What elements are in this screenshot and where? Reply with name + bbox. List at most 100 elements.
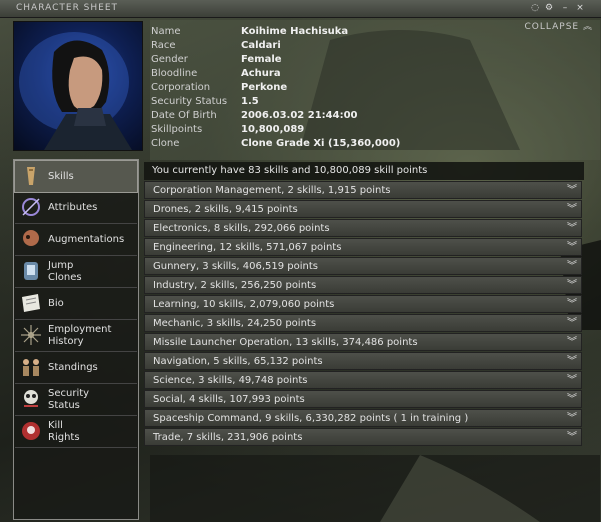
skill-group-row[interactable]: Missile Launcher Operation, 13 skills, 3… [144, 333, 582, 351]
skill-group-label: Missile Launcher Operation, 13 skills, 3… [153, 337, 418, 348]
skill-group-row[interactable]: Gunnery, 3 skills, 406,519 points ︾ [144, 257, 582, 275]
augmentations-icon [23, 230, 39, 246]
standings-icon [23, 359, 39, 376]
skill-group-row[interactable]: Navigation, 5 skills, 65,132 points ︾ [144, 352, 582, 370]
info-value: 1.5 [241, 96, 259, 107]
skill-group-row[interactable]: Industry, 2 skills, 256,250 points ︾ [144, 276, 582, 294]
info-row: Skillpoints 10,800,089 [151, 123, 400, 137]
info-label: Gender [151, 54, 188, 65]
chevron-down-icon[interactable]: ︾ [566, 391, 578, 407]
skill-group-row[interactable]: Science, 3 skills, 49,748 points ︾ [144, 371, 582, 389]
character-sheet-sidebar: Skills Attributes Augmentations Jump Clo… [13, 159, 139, 520]
chevron-down-icon[interactable]: ︾ [566, 201, 578, 217]
info-row: Date Of Birth 2006.03.02 21:44:00 [151, 109, 400, 123]
skill-group-row[interactable]: Engineering, 12 skills, 571,067 points ︾ [144, 238, 582, 256]
minimize-icon[interactable]: – [559, 2, 571, 14]
sidebar-item-label: Bio [48, 298, 64, 309]
chevron-down-icon[interactable]: ︾ [566, 353, 578, 369]
chevron-down-icon[interactable]: ︾ [566, 315, 578, 331]
sidebar-item-label: Augmentations [48, 234, 125, 245]
info-label: Clone [151, 138, 180, 149]
character-info: Name Koihime Hachisuka Race Caldari Gender… [151, 25, 400, 151]
skill-group-row[interactable]: Mechanic, 3 skills, 24,250 points ︾ [144, 314, 582, 332]
chevron-down-icon[interactable]: ︾ [566, 429, 578, 445]
sidebar-item-standings[interactable]: Standings [15, 352, 137, 384]
sidebar-item-kill-rights[interactable]: Kill Rights [15, 416, 137, 448]
sidebar-item-augmentations[interactable]: Augmentations [15, 224, 137, 256]
skill-group-label: Social, 4 skills, 107,993 points [153, 394, 305, 405]
skill-group-row[interactable]: Drones, 2 skills, 9,415 points ︾ [144, 200, 582, 218]
skills-summary: You currently have 83 skills and 10,800,… [144, 162, 584, 180]
info-label: Name [151, 26, 181, 37]
sidebar-item-label: Standings [48, 362, 98, 373]
skills-icon [27, 167, 35, 185]
skill-group-label: Trade, 7 skills, 231,906 points [153, 432, 303, 443]
chevron-down-icon[interactable]: ︾ [566, 372, 578, 388]
skill-group-row[interactable]: Electronics, 8 skills, 292,066 points ︾ [144, 219, 582, 237]
kill-rights-icon [22, 422, 40, 440]
chevron-down-icon[interactable]: ︾ [566, 277, 578, 293]
skill-group-label: Learning, 10 skills, 2,079,060 points [153, 299, 335, 310]
info-label: Security Status [151, 96, 228, 107]
close-icon[interactable]: × [574, 2, 586, 14]
sidebar-item-bio[interactable]: Bio [15, 288, 137, 320]
chevron-up-icon: ︽ [582, 22, 593, 32]
sidebar-item-label: Jump Clones [48, 260, 82, 283]
sidebar-item-attributes[interactable]: Attributes [15, 192, 137, 224]
info-value: Achura [241, 68, 281, 79]
sidebar-item-label: Kill Rights [48, 420, 80, 443]
collapse-button[interactable]: COLLAPSE ︽ [525, 19, 593, 32]
skill-group-row[interactable]: Trade, 7 skills, 231,906 points ︾ [144, 428, 582, 446]
skill-group-row[interactable]: Learning, 10 skills, 2,079,060 points ︾ [144, 295, 582, 313]
bio-icon [22, 294, 40, 312]
skill-group-label: Spaceship Command, 9 skills, 6,330,282 p… [153, 413, 469, 424]
skill-group-row[interactable]: Social, 4 skills, 107,993 points ︾ [144, 390, 582, 408]
sidebar-item-label: Security Status [48, 388, 90, 411]
chevron-down-icon[interactable]: ︾ [566, 296, 578, 312]
info-value: Koihime Hachisuka [241, 26, 349, 37]
info-value: Caldari [241, 40, 281, 51]
window-titlebar[interactable]: CHARACTER SHEET ◌ ⚙ – × [0, 0, 601, 18]
attributes-icon [22, 198, 40, 216]
settings-icon[interactable]: ⚙ [543, 2, 555, 14]
info-label: Date Of Birth [151, 110, 217, 121]
character-portrait [13, 21, 143, 151]
skill-group-label: Mechanic, 3 skills, 24,250 points [153, 318, 317, 329]
sidebar-item-security-status[interactable]: Security Status [15, 384, 137, 416]
sidebar-item-label: Employment History [48, 324, 112, 347]
info-row: Race Caldari [151, 39, 400, 53]
info-value: 10,800,089 [241, 124, 305, 135]
chevron-down-icon[interactable]: ︾ [566, 258, 578, 274]
chevron-down-icon[interactable]: ︾ [566, 334, 578, 350]
sidebar-item-jump-clones[interactable]: Jump Clones [15, 256, 137, 288]
security-status-icon [24, 390, 38, 407]
jump-clones-icon [24, 262, 38, 280]
skill-group-label: Gunnery, 3 skills, 406,519 points [153, 261, 318, 272]
portrait-art [19, 32, 132, 150]
sidebar-item-skills[interactable]: Skills [14, 160, 138, 193]
info-value: Female [241, 54, 282, 65]
sidebar-item-label: Skills [48, 171, 74, 182]
skill-group-label: Corporation Management, 2 skills, 1,915 … [153, 185, 391, 196]
chevron-down-icon[interactable]: ︾ [566, 182, 578, 198]
skill-group-row[interactable]: Spaceship Command, 9 skills, 6,330,282 p… [144, 409, 582, 427]
chevron-down-icon[interactable]: ︾ [566, 220, 578, 236]
info-row: Clone Clone Grade Xi (15,360,000) [151, 137, 400, 151]
skill-group-label: Engineering, 12 skills, 571,067 points [153, 242, 342, 253]
info-label: Corporation [151, 82, 211, 93]
chevron-down-icon[interactable]: ︾ [566, 239, 578, 255]
employment-history-icon [21, 325, 41, 345]
skill-group-row[interactable]: Corporation Management, 2 skills, 1,915 … [144, 181, 582, 199]
info-value: 2006.03.02 21:44:00 [241, 110, 358, 121]
info-row: Gender Female [151, 53, 400, 67]
skill-group-label: Navigation, 5 skills, 65,132 points [153, 356, 323, 367]
skill-group-label: Science, 3 skills, 49,748 points [153, 375, 308, 386]
chevron-down-icon[interactable]: ︾ [566, 410, 578, 426]
sidebar-item-label: Attributes [48, 202, 98, 213]
info-icon[interactable]: ◌ [529, 2, 541, 14]
info-label: Race [151, 40, 176, 51]
info-row: Bloodline Achura [151, 67, 400, 81]
info-row: Corporation Perkone [151, 81, 400, 95]
info-row: Security Status 1.5 [151, 95, 400, 109]
sidebar-item-employment-history[interactable]: Employment History [15, 320, 137, 352]
